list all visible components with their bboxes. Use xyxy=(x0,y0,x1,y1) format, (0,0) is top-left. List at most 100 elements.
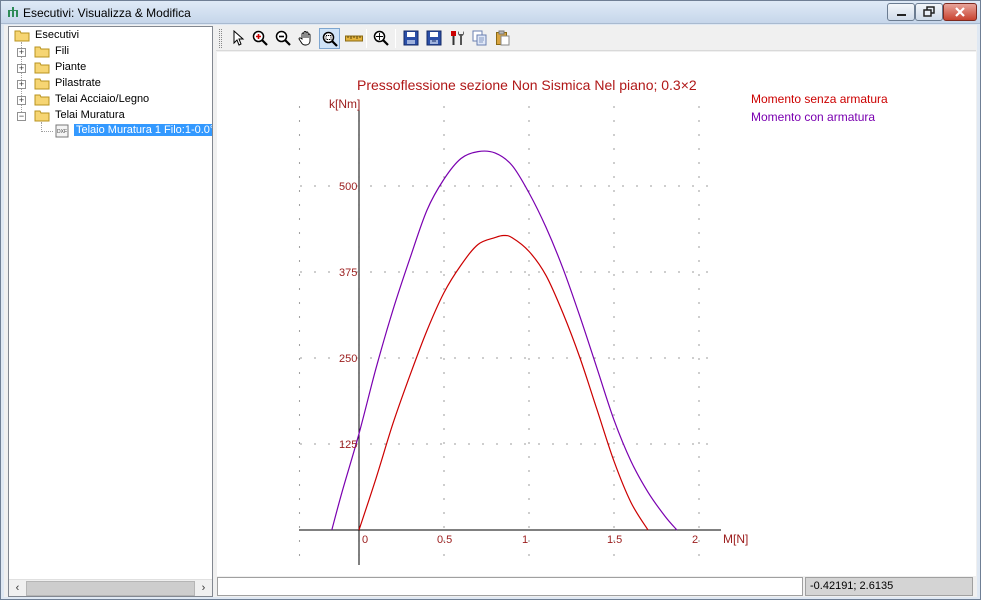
grid-dot xyxy=(443,386,445,388)
restore-button[interactable] xyxy=(915,3,943,21)
expand-icon[interactable]: + xyxy=(17,63,26,73)
grid-dot xyxy=(443,246,445,248)
tree-item-piante[interactable]: + Piante xyxy=(11,60,211,76)
grid-dot xyxy=(594,271,596,273)
legend-con-armatura: Momento con armatura xyxy=(751,110,875,124)
toolbar-grip[interactable] xyxy=(219,29,222,48)
scroll-left-icon[interactable]: ‹ xyxy=(9,580,26,596)
paste-button[interactable] xyxy=(493,28,514,49)
expand-icon[interactable]: + xyxy=(17,95,26,105)
grid-dot xyxy=(566,271,568,273)
grid-dot xyxy=(298,358,301,360)
tree-item-label: Telai Acciaio/Legno xyxy=(55,93,150,105)
collapse-icon[interactable]: − xyxy=(17,111,26,121)
grid-dot xyxy=(698,190,700,192)
grid-dot xyxy=(298,498,301,500)
grid-dot xyxy=(613,400,615,402)
copy-button[interactable] xyxy=(470,28,491,49)
grid-dot xyxy=(594,443,596,445)
tree-root[interactable]: Esecutivi xyxy=(11,28,211,44)
scroll-right-icon[interactable]: › xyxy=(195,580,212,596)
measure-ruler-icon xyxy=(345,35,363,42)
grid-dot xyxy=(298,120,301,122)
tree-item-telai-acciaio[interactable]: + Telai Acciaio/Legno xyxy=(11,92,211,108)
x-tick-label: 0.5 xyxy=(437,534,452,546)
tree-item-telaio-muratura-1[interactable]: DXF Telaio Muratura 1 Filo:1-0.0° xyxy=(11,123,212,139)
grid-dot xyxy=(528,106,530,108)
grid-dot xyxy=(613,358,615,360)
grid-dot xyxy=(650,357,652,359)
y-axis-label: k[Nm] xyxy=(329,97,360,111)
grid-dot xyxy=(328,271,330,273)
tools-button[interactable] xyxy=(447,28,468,49)
grid-dot xyxy=(298,526,301,528)
pointer-tool-button[interactable] xyxy=(228,28,249,49)
save-button[interactable] xyxy=(401,28,422,49)
zoom-in-button[interactable] xyxy=(250,28,271,49)
grid-dot xyxy=(298,176,301,178)
grid-dot xyxy=(706,443,708,445)
measure-button[interactable] xyxy=(343,28,364,49)
grid-dot xyxy=(613,372,615,374)
grid-dot xyxy=(613,232,615,234)
close-icon xyxy=(955,7,965,17)
minimize-button[interactable] xyxy=(887,3,915,21)
expand-icon[interactable]: + xyxy=(17,79,26,89)
grid-dot xyxy=(298,260,301,262)
client-area: Esecutivi + Fili + Piante + Pilastrate + xyxy=(4,25,977,597)
grid-dot xyxy=(443,414,445,416)
grid-dot xyxy=(698,120,700,122)
grid-dot xyxy=(510,357,512,359)
zoom-window-button[interactable] xyxy=(319,28,340,49)
plot-canvas[interactable]: 0 0.5 1 1.5 2 125 250 375 500 Pressoflessione se… xyxy=(217,52,976,576)
tree-horizontal-scrollbar[interactable]: ‹ › xyxy=(9,579,212,596)
grid-dot xyxy=(613,176,615,178)
tree-item-pilastrate[interactable]: + Pilastrate xyxy=(11,76,211,92)
grid-dot xyxy=(528,232,530,234)
grid-dot xyxy=(698,386,700,388)
grid-dot xyxy=(300,185,302,187)
grid-dot xyxy=(613,288,615,290)
grid-dot xyxy=(698,414,700,416)
grid-dot xyxy=(580,443,582,445)
zoom-out-button[interactable] xyxy=(273,28,294,49)
grid-dot xyxy=(698,512,700,514)
tree-item-label: Piante xyxy=(55,61,87,73)
grid-dot xyxy=(698,358,700,360)
status-message xyxy=(217,577,803,596)
pan-button[interactable] xyxy=(296,28,317,49)
grid-dot xyxy=(443,372,445,374)
grid-dot xyxy=(510,185,512,187)
grid-dot xyxy=(384,185,386,187)
grid-dot xyxy=(314,357,316,359)
grid-dot xyxy=(496,357,498,359)
grid-dot xyxy=(443,134,445,136)
chart-svg: 0 0.5 1 1.5 2 125 250 375 500 Pressoflessione se… xyxy=(298,77,888,565)
tree-view[interactable]: Esecutivi + Fili + Piante + Pilastrate + xyxy=(8,26,213,597)
title-bar[interactable]: Esecutivi: Visualizza & Modifica xyxy=(1,1,980,24)
zoom-extents-button[interactable] xyxy=(371,28,392,49)
grid-dot xyxy=(594,357,596,359)
close-button[interactable] xyxy=(943,3,977,21)
grid-dot xyxy=(412,271,414,273)
restore-icon xyxy=(923,6,935,17)
grid-dot xyxy=(698,204,700,206)
y-tick-label: 375 xyxy=(339,267,357,279)
grid-dot xyxy=(443,344,445,346)
tree-item-fili[interactable]: + Fili xyxy=(11,44,211,60)
grid-dot xyxy=(636,271,638,273)
expand-icon[interactable]: + xyxy=(17,47,26,57)
grid-dot xyxy=(698,456,700,458)
save-as-button[interactable] xyxy=(424,28,445,49)
series-line-con-armatura xyxy=(331,150,678,531)
grid-dot xyxy=(482,271,484,273)
grid-dot xyxy=(412,185,414,187)
scroll-thumb[interactable] xyxy=(26,581,195,596)
grid-dot xyxy=(524,357,526,359)
grid-dot xyxy=(298,148,301,150)
grid-dot xyxy=(412,443,414,445)
grid-dot xyxy=(443,218,445,220)
grid-dot xyxy=(613,134,615,136)
grid-dot xyxy=(298,316,301,318)
axes xyxy=(299,102,721,565)
